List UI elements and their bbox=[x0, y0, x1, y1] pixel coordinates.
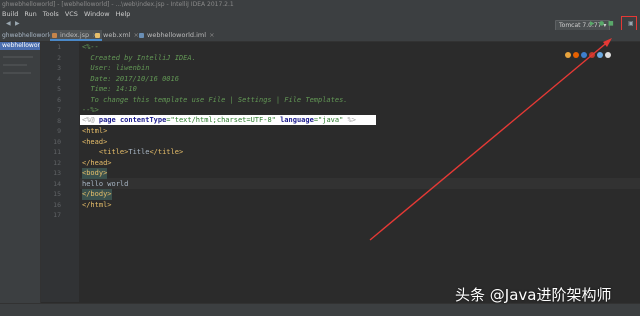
tab-label: webhelloworld.iml bbox=[147, 31, 207, 39]
menu-window[interactable]: Window bbox=[84, 10, 110, 19]
menu-tools[interactable]: Tools bbox=[43, 10, 59, 19]
code-line: To change this template use File | Setti… bbox=[82, 95, 348, 104]
project-tree-row[interactable] bbox=[3, 56, 33, 58]
tab-web-xml[interactable]: web.xml × bbox=[93, 30, 143, 41]
code-line: Created by IntelliJ IDEA. bbox=[82, 53, 196, 62]
project-tree-selected-item[interactable]: webhelloworld bbox=[0, 42, 40, 50]
line-number: 6 bbox=[57, 95, 61, 104]
project-tree-row[interactable] bbox=[3, 64, 27, 66]
code-line: User: liwenbin bbox=[82, 64, 150, 72]
watermark-text: 头条 @Java进阶架构师 bbox=[455, 286, 612, 304]
code-line-page-directive: <%@ page contentType="text/html;charset=… bbox=[82, 115, 356, 126]
browser-preview-icons bbox=[565, 52, 611, 58]
caret-row-highlight bbox=[80, 178, 640, 189]
directive-open: <%@ bbox=[82, 116, 99, 124]
code-line: </body> bbox=[82, 189, 112, 200]
tab-label: web.xml bbox=[103, 31, 131, 39]
tab-webhelloworld-iml[interactable]: webhelloworld.iml × bbox=[137, 30, 219, 41]
code-line: <head> bbox=[82, 137, 108, 146]
line-number: 10 bbox=[53, 137, 61, 146]
code-line: Date: 2017/10/16 0016 bbox=[82, 74, 179, 83]
code-line: <html> bbox=[82, 127, 108, 135]
debug-icon[interactable]: ● bbox=[599, 21, 605, 27]
menu-help[interactable]: Help bbox=[116, 10, 131, 19]
title-text: Title bbox=[128, 148, 150, 156]
line-number: 14 bbox=[53, 179, 61, 188]
coverage-icon[interactable]: ■ bbox=[608, 21, 614, 27]
edge-icon[interactable] bbox=[605, 52, 611, 58]
menu-bar: Build Run Tools VCS Window Help bbox=[0, 10, 640, 19]
line-number: 16 bbox=[53, 200, 61, 209]
project-label: ghwebhelloworld bbox=[2, 32, 54, 39]
line-number: 17 bbox=[53, 211, 61, 219]
line-number: 11 bbox=[53, 148, 61, 156]
line-number: 8 bbox=[57, 116, 61, 125]
menu-run[interactable]: Run bbox=[24, 10, 36, 19]
title-open-tag: <title> bbox=[82, 148, 129, 156]
line-number: 5 bbox=[57, 85, 61, 93]
attr-language-value: ="java" bbox=[313, 116, 344, 124]
title-close-tag: </title> bbox=[149, 148, 184, 156]
attr-content-type-value: ="text/html;charset=UTF-8" bbox=[166, 116, 276, 124]
code-line: <title>Title</title> bbox=[82, 147, 183, 158]
attr-content-type: contentType bbox=[119, 116, 167, 124]
back-icon[interactable]: ◀ bbox=[6, 21, 12, 27]
forward-icon[interactable]: ▶ bbox=[15, 21, 21, 27]
line-number: 7 bbox=[57, 106, 61, 114]
line-number: 2 bbox=[57, 53, 61, 62]
safari-icon[interactable] bbox=[581, 52, 587, 58]
line-number: 9 bbox=[57, 127, 61, 135]
iml-file-icon bbox=[139, 33, 144, 38]
menu-vcs[interactable]: VCS bbox=[65, 10, 78, 19]
menu-build[interactable]: Build bbox=[2, 10, 18, 19]
close-icon[interactable]: × bbox=[209, 31, 214, 39]
run-icon[interactable]: ▶ bbox=[590, 21, 596, 27]
line-number: 15 bbox=[53, 190, 61, 198]
attr-language: language bbox=[280, 116, 314, 124]
line-number: 3 bbox=[57, 64, 61, 72]
project-tool-window: webhelloworld bbox=[0, 42, 41, 315]
xml-file-icon bbox=[95, 33, 100, 38]
jsp-file-icon bbox=[52, 33, 57, 38]
window-title: ghwebhelloworld] - [webhelloworld] - ...… bbox=[2, 1, 234, 8]
code-line: Time: 14:10 bbox=[82, 85, 137, 93]
code-line: <body> bbox=[82, 168, 108, 179]
firefox-icon[interactable] bbox=[573, 52, 579, 58]
line-number: 13 bbox=[53, 169, 61, 177]
line-number: 12 bbox=[53, 158, 61, 167]
chrome-icon[interactable] bbox=[565, 52, 571, 58]
code-line: --%> bbox=[82, 106, 99, 114]
editor-tab-bar: ghwebhelloworld index.jsp × web.xml× webh… bbox=[0, 30, 640, 42]
directive-name: page bbox=[98, 116, 116, 124]
code-line: <%-- bbox=[82, 43, 99, 51]
code-line: </head> bbox=[82, 158, 112, 167]
line-number: 4 bbox=[57, 74, 61, 83]
project-tree-row[interactable] bbox=[3, 72, 31, 74]
code-line: </html> bbox=[82, 200, 112, 209]
opera-icon[interactable] bbox=[589, 52, 595, 58]
directive-close: %> bbox=[343, 116, 356, 124]
ie-icon[interactable] bbox=[597, 52, 603, 58]
tab-label: index.jsp bbox=[60, 31, 90, 39]
window-title-bar: ghwebhelloworld] - [webhelloworld] - ...… bbox=[0, 0, 640, 10]
line-number: 1 bbox=[57, 43, 61, 51]
code-line: hello world bbox=[82, 179, 129, 188]
